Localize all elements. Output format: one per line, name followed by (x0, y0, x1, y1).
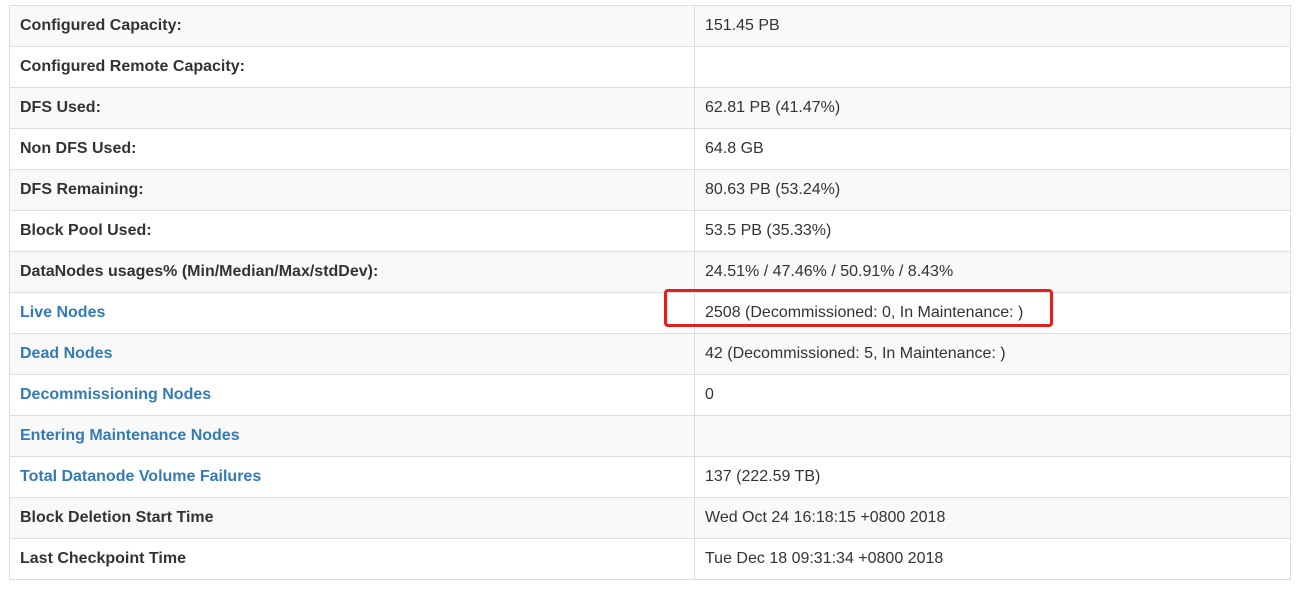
block-deletion-start-time-label: Block Deletion Start Time (20, 509, 214, 526)
row-value-cell (694, 415, 1291, 457)
table-row-block-deletion-start-time: Block Deletion Start Time Wed Oct 24 16:… (9, 497, 1291, 539)
row-label-cell: DFS Remaining: (9, 169, 695, 211)
decommissioning-nodes-value: 0 (705, 386, 714, 403)
total-volume-failures-link[interactable]: Total Datanode Volume Failures (20, 468, 261, 485)
row-value-cell: 0 (694, 374, 1291, 416)
dead-nodes-link[interactable]: Dead Nodes (20, 345, 112, 362)
row-label-cell: Decommissioning Nodes (9, 374, 695, 416)
table-row-datanodes-usages: DataNodes usages% (Min/Median/Max/stdDev… (9, 251, 1291, 293)
table-row-live-nodes: Live Nodes 2508 (Decommissioned: 0, In M… (9, 292, 1291, 334)
live-nodes-value: 2508 (Decommissioned: 0, In Maintenance:… (705, 304, 1024, 321)
row-value-cell: 24.51% / 47.46% / 50.91% / 8.43% (694, 251, 1291, 293)
row-label-cell: Entering Maintenance Nodes (9, 415, 695, 457)
row-label-cell: Configured Remote Capacity: (9, 46, 695, 88)
non-dfs-used-value: 64.8 GB (705, 140, 764, 157)
dfs-used-value: 62.81 PB (41.47%) (705, 99, 841, 116)
block-pool-used-value: 53.5 PB (35.33%) (705, 222, 832, 239)
block-pool-used-label: Block Pool Used: (20, 222, 152, 239)
row-value-cell: 42 (Decommissioned: 5, In Maintenance: ) (694, 333, 1291, 375)
table-row-decommissioning-nodes: Decommissioning Nodes 0 (9, 374, 1291, 416)
live-nodes-link[interactable]: Live Nodes (20, 304, 105, 321)
table-row-dead-nodes: Dead Nodes 42 (Decommissioned: 5, In Mai… (9, 333, 1291, 375)
row-value-cell: 2508 (Decommissioned: 0, In Maintenance:… (694, 292, 1291, 334)
row-label-cell: Block Pool Used: (9, 210, 695, 252)
row-value-cell: Wed Oct 24 16:18:15 +0800 2018 (694, 497, 1291, 539)
datanodes-usages-label: DataNodes usages% (Min/Median/Max/stdDev… (20, 263, 379, 280)
table-row-dfs-used: DFS Used: 62.81 PB (41.47%) (9, 87, 1291, 129)
entering-maintenance-nodes-link[interactable]: Entering Maintenance Nodes (20, 427, 240, 444)
table-row-configured-remote-capacity: Configured Remote Capacity: (9, 46, 1291, 88)
total-volume-failures-value: 137 (222.59 TB) (705, 468, 821, 485)
datanodes-usages-value: 24.51% / 47.46% / 50.91% / 8.43% (705, 263, 954, 280)
row-label-cell: Last Checkpoint Time (9, 538, 695, 580)
last-checkpoint-time-label: Last Checkpoint Time (20, 550, 186, 567)
table-row-dfs-remaining: DFS Remaining: 80.63 PB (53.24%) (9, 169, 1291, 211)
row-label-cell: Configured Capacity: (9, 5, 695, 47)
dfs-used-label: DFS Used: (20, 99, 101, 116)
table-row-entering-maintenance-nodes: Entering Maintenance Nodes (9, 415, 1291, 457)
row-value-cell: 80.63 PB (53.24%) (694, 169, 1291, 211)
last-checkpoint-time-value: Tue Dec 18 09:31:34 +0800 2018 (705, 550, 944, 567)
cluster-summary-table: Configured Capacity: 151.45 PB Configure… (9, 5, 1291, 580)
row-value-cell: 53.5 PB (35.33%) (694, 210, 1291, 252)
decommissioning-nodes-link[interactable]: Decommissioning Nodes (20, 386, 211, 403)
row-label-cell: DFS Used: (9, 87, 695, 129)
table-row-block-pool-used: Block Pool Used: 53.5 PB (35.33%) (9, 210, 1291, 252)
table-row-non-dfs-used: Non DFS Used: 64.8 GB (9, 128, 1291, 170)
row-value-cell: 62.81 PB (41.47%) (694, 87, 1291, 129)
row-value-cell: 64.8 GB (694, 128, 1291, 170)
row-label-cell: DataNodes usages% (Min/Median/Max/stdDev… (9, 251, 695, 293)
row-label-cell: Non DFS Used: (9, 128, 695, 170)
configured-remote-capacity-label: Configured Remote Capacity: (20, 58, 245, 75)
row-value-cell (694, 46, 1291, 88)
block-deletion-start-time-value: Wed Oct 24 16:18:15 +0800 2018 (705, 509, 946, 526)
table-row-total-volume-failures: Total Datanode Volume Failures 137 (222.… (9, 456, 1291, 498)
configured-capacity-label: Configured Capacity: (20, 17, 182, 34)
non-dfs-used-label: Non DFS Used: (20, 140, 137, 157)
configured-capacity-value: 151.45 PB (705, 17, 780, 34)
row-label-cell: Live Nodes (9, 292, 695, 334)
row-value-cell: Tue Dec 18 09:31:34 +0800 2018 (694, 538, 1291, 580)
row-label-cell: Total Datanode Volume Failures (9, 456, 695, 498)
dead-nodes-value: 42 (Decommissioned: 5, In Maintenance: ) (705, 345, 1006, 362)
table-row-last-checkpoint-time: Last Checkpoint Time Tue Dec 18 09:31:34… (9, 538, 1291, 580)
dfs-remaining-value: 80.63 PB (53.24%) (705, 181, 841, 198)
row-label-cell: Block Deletion Start Time (9, 497, 695, 539)
table-row-configured-capacity: Configured Capacity: 151.45 PB (9, 5, 1291, 47)
row-label-cell: Dead Nodes (9, 333, 695, 375)
row-value-cell: 137 (222.59 TB) (694, 456, 1291, 498)
dfs-remaining-label: DFS Remaining: (20, 181, 144, 198)
row-value-cell: 151.45 PB (694, 5, 1291, 47)
